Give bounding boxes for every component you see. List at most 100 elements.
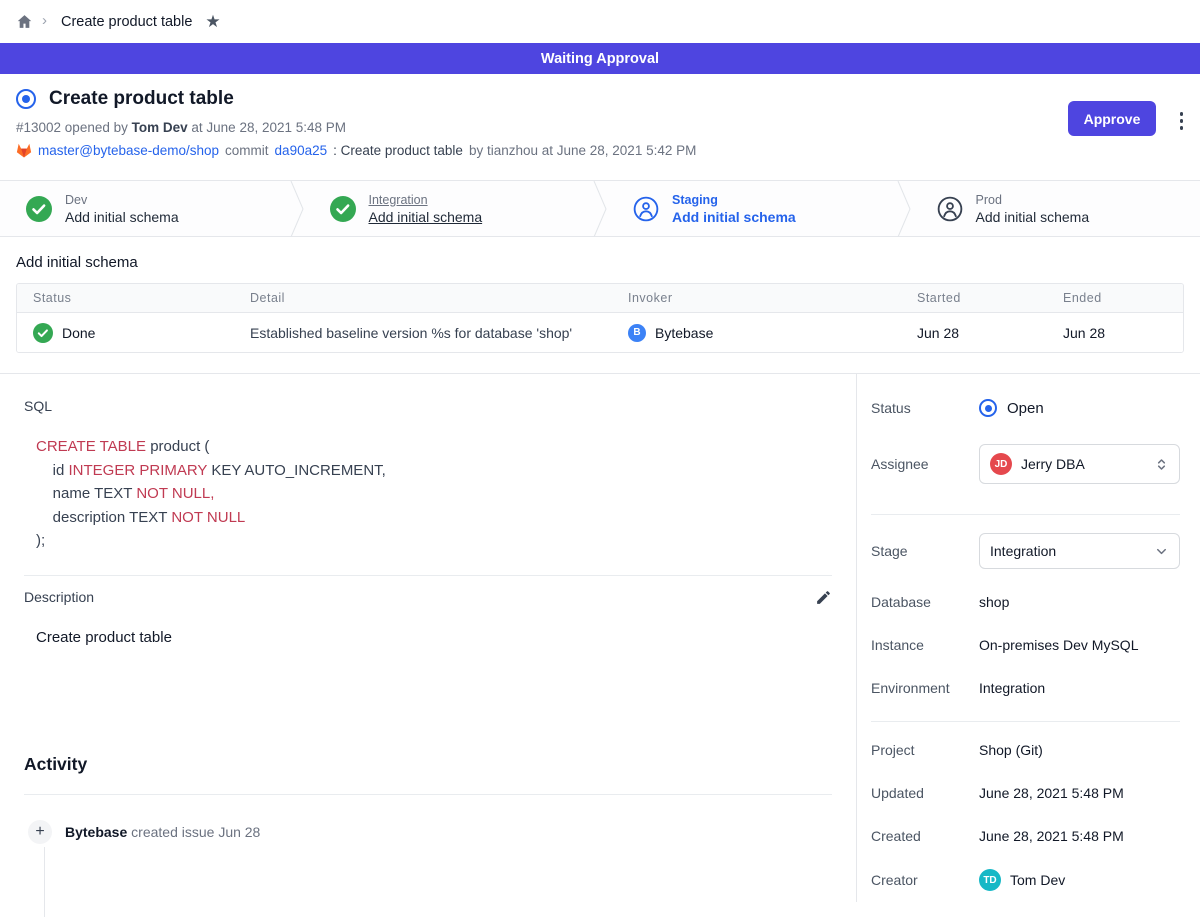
column-header-started: Started — [901, 291, 1047, 305]
task-ended-cell: Jun 28 — [1047, 325, 1183, 341]
sql-statement: CREATE TABLE product ( id INTEGER PRIMAR… — [36, 435, 832, 553]
chevron-down-icon — [1154, 544, 1169, 559]
description-label: Description — [24, 589, 94, 605]
field-label: Environment — [871, 680, 979, 696]
commit-label: commit — [225, 143, 269, 158]
commit-line: master@bytebase-demo/shop commit da90a25… — [16, 143, 1176, 158]
more-actions-icon[interactable] — [1178, 110, 1186, 132]
column-header-status: Status — [17, 291, 234, 305]
commit-hash-link[interactable]: da90a25 — [275, 143, 328, 158]
stage-done-icon — [330, 196, 356, 222]
gitlab-icon — [16, 143, 32, 158]
breadcrumb-current[interactable]: Create product table — [61, 14, 192, 30]
sql-line: description TEXT NOT NULL — [36, 506, 832, 530]
sidebar-field-creator: Creator TD Tom Dev — [871, 869, 1180, 891]
sidebar-divider-1 — [871, 514, 1180, 515]
task-started-cell: Jun 28 — [901, 325, 1047, 341]
sidebar-field-status: Status Open — [871, 398, 1180, 418]
issue-meta: #13002 opened by Tom Dev at June 28, 202… — [16, 120, 1176, 135]
sidebar-field-updated: UpdatedJune 28, 2021 5:48 PM — [871, 783, 1180, 803]
column-header-ended: Ended — [1047, 291, 1183, 305]
sidebar-field-database: Databaseshop — [871, 592, 1180, 612]
issue-meta-prefix: #13002 opened by — [16, 120, 128, 135]
star-icon[interactable]: ★ — [205, 13, 220, 30]
description-text: Create product table — [36, 629, 832, 646]
field-value: June 28, 2021 5:48 PM — [979, 785, 1124, 801]
breadcrumb-chevron-icon: › — [42, 12, 47, 29]
plus-icon: + — [28, 820, 52, 844]
stage-separator-chevron-icon — [897, 181, 911, 236]
sidebar-field-assignee: Assignee JD Jerry DBA — [871, 444, 1180, 484]
activity-actor: Bytebase — [65, 824, 127, 840]
sidebar-field-instance: InstanceOn-premises Dev MySQL — [871, 635, 1180, 655]
commit-message: : Create product table — [333, 143, 463, 158]
stage-task-label: Add initial schema — [976, 209, 1090, 225]
sidebar-divider-2 — [871, 721, 1180, 722]
activity-text: Bytebase created issue Jun 28 — [65, 824, 260, 840]
task-table-row[interactable]: DoneEstablished baseline version %s for … — [17, 312, 1183, 352]
pipeline-stage-bar: DevAdd initial schemaIntegrationAdd init… — [0, 180, 1200, 237]
description-divider — [24, 575, 832, 576]
stage-env-label: Staging — [672, 193, 796, 207]
issue-header: Create product table #13002 opened by To… — [0, 74, 1200, 180]
assignee-avatar: JD — [990, 453, 1012, 475]
stage-done-icon — [26, 196, 52, 222]
field-value: On-premises Dev MySQL — [979, 637, 1138, 653]
stage-separator-chevron-icon — [593, 181, 607, 236]
sql-label: SQL — [24, 398, 832, 414]
left-pane: SQL CREATE TABLE product ( id INTEGER PR… — [0, 374, 857, 902]
issue-open-icon — [16, 89, 36, 109]
sql-line: name TEXT NOT NULL, — [36, 482, 832, 506]
column-header-detail: Detail — [234, 291, 612, 305]
task-table: StatusDetailInvokerStartedEndedDoneEstab… — [16, 283, 1184, 353]
approve-button[interactable]: Approve — [1068, 101, 1156, 136]
edit-description-icon[interactable] — [815, 589, 832, 606]
commit-byline: by tianzhou at June 28, 2021 5:42 PM — [469, 143, 696, 158]
sidebar-fields-group-1: Databaseshop InstanceOn-premises Dev MySQ… — [871, 592, 1180, 698]
stage-separator-chevron-icon — [290, 181, 304, 236]
sidebar-field-stage: Stage Integration — [871, 533, 1180, 569]
stage-task-label: Add initial schema — [672, 209, 796, 225]
creator-avatar: TD — [979, 869, 1001, 891]
sidebar-field-created: CreatedJune 28, 2021 5:48 PM — [871, 826, 1180, 846]
field-label: Created — [871, 828, 979, 844]
stage-select[interactable]: Integration — [979, 533, 1180, 569]
commit-branch-link[interactable]: master@bytebase-demo/shop — [38, 143, 219, 158]
task-table-header: StatusDetailInvokerStartedEnded — [17, 284, 1183, 312]
creator-value: Tom Dev — [1010, 872, 1065, 888]
task-detail-cell: Established baseline version %s for data… — [234, 325, 612, 341]
issue-meta-suffix: at June 28, 2021 5:48 PM — [191, 120, 346, 135]
breadcrumb: › Create product table ★ — [0, 0, 1200, 43]
stage-value: Integration — [990, 543, 1056, 559]
creator-label: Creator — [871, 872, 979, 888]
field-label: Project — [871, 742, 979, 758]
field-label: Updated — [871, 785, 979, 801]
assignee-label: Assignee — [871, 456, 979, 472]
home-icon[interactable] — [16, 13, 33, 30]
assignee-select[interactable]: JD Jerry DBA — [979, 444, 1180, 484]
status-open-icon — [979, 399, 997, 417]
stage-env-label: Integration — [369, 193, 483, 207]
activity-list: + Bytebase created issue Jun 28 — [24, 820, 832, 844]
pipeline-stage-dev[interactable]: DevAdd initial schema — [0, 181, 290, 236]
updown-chevron-icon — [1154, 457, 1169, 472]
stage-pending-approval-icon — [633, 196, 659, 222]
assignee-value: Jerry DBA — [1021, 456, 1085, 472]
stage-label: Stage — [871, 543, 979, 559]
field-label: Database — [871, 594, 979, 610]
stage-env-label: Prod — [976, 193, 1090, 207]
field-value: shop — [979, 594, 1009, 610]
sql-line: CREATE TABLE product ( — [36, 435, 832, 459]
field-value: June 28, 2021 5:48 PM — [979, 828, 1124, 844]
pipeline-stage-prod[interactable]: Prod Add initial schema — [911, 181, 1200, 236]
field-label: Instance — [871, 637, 979, 653]
pipeline-stage-staging[interactable]: Staging Add initial schema — [607, 181, 897, 236]
task-section: Add initial schema StatusDetailInvokerSt… — [0, 237, 1200, 353]
activity-title: Activity — [24, 754, 832, 775]
pipeline-stage-integration[interactable]: IntegrationAdd initial schema — [304, 181, 594, 236]
activity-item: + Bytebase created issue Jun 28 — [28, 820, 832, 844]
invoker-avatar: B — [628, 324, 646, 342]
sidebar-field-environment: EnvironmentIntegration — [871, 678, 1180, 698]
task-status-cell: Done — [17, 323, 234, 343]
status-banner-text: Waiting Approval — [541, 51, 659, 67]
